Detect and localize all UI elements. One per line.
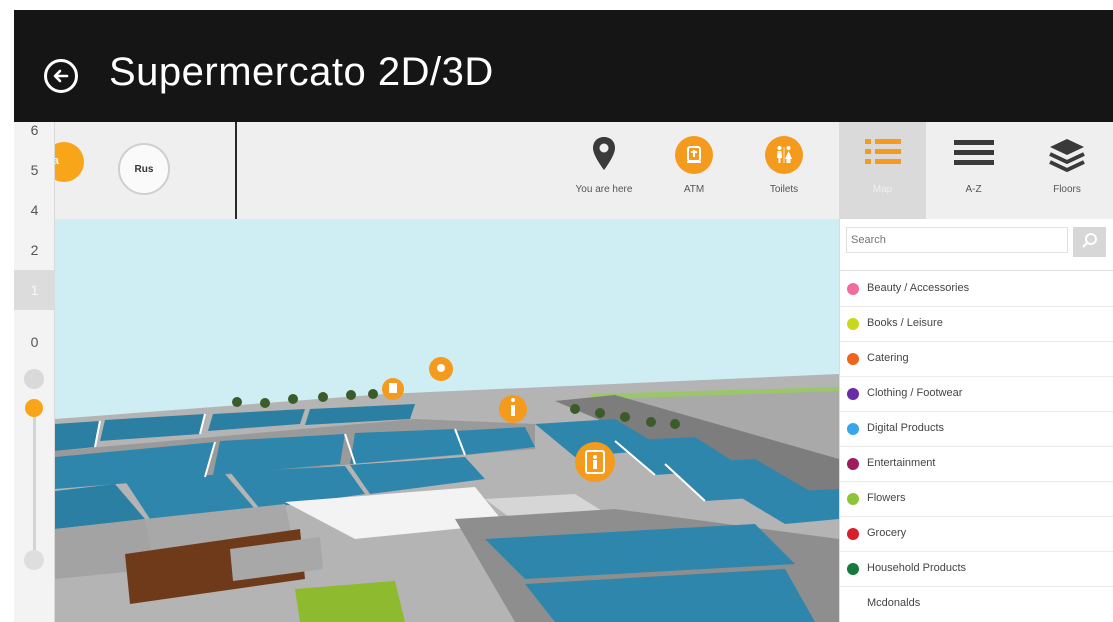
category-label: Beauty / Accessories bbox=[867, 282, 970, 294]
category-label: Digital Products bbox=[867, 422, 945, 434]
back-button[interactable] bbox=[44, 59, 78, 93]
tab-a-z-label: A-Z bbox=[965, 184, 982, 195]
tab-floors-label: Floors bbox=[1053, 184, 1081, 195]
toolbar-divider bbox=[235, 122, 237, 219]
map-marker-info[interactable] bbox=[499, 395, 527, 423]
category-clothing-footwear[interactable]: Clothing / Footwear bbox=[840, 377, 1113, 412]
search-icon bbox=[1081, 232, 1097, 248]
search-input[interactable] bbox=[846, 227, 1068, 253]
zoom-slider-handle[interactable] bbox=[25, 399, 43, 417]
store-mcdonalds[interactable]: Mcdonalds bbox=[840, 587, 1113, 622]
map-3d-view[interactable] bbox=[55, 219, 839, 622]
tab-map[interactable]: Map bbox=[839, 122, 926, 219]
app-window: Supermercato 2D/3D Ita Rus You are here bbox=[14, 10, 1113, 622]
floor-2-button[interactable]: 2 bbox=[14, 230, 55, 270]
zoom-in-button[interactable] bbox=[24, 369, 44, 389]
floor-0-button[interactable]: 0 bbox=[14, 322, 55, 362]
category-color-dot bbox=[847, 318, 859, 330]
atm-label: ATM bbox=[683, 184, 705, 195]
layers-icon bbox=[1047, 136, 1087, 181]
category-label: Books / Leisure bbox=[867, 317, 943, 329]
category-color-dot bbox=[847, 283, 859, 295]
store-label: Mcdonalds bbox=[867, 597, 921, 609]
toilets-icon bbox=[765, 136, 803, 174]
title-bar: Supermercato 2D/3D bbox=[14, 10, 1113, 122]
tab-a-z[interactable]: A-Z bbox=[926, 122, 1021, 219]
language-label: Rus bbox=[134, 163, 154, 175]
location-pin-icon bbox=[591, 136, 617, 177]
category-color-dot bbox=[847, 458, 859, 470]
map-marker-elevator[interactable] bbox=[575, 442, 615, 482]
category-beauty-accessories[interactable]: Beauty / Accessories bbox=[840, 272, 1113, 307]
language-button-rus[interactable]: Rus bbox=[118, 143, 170, 195]
map-marker-atm[interactable] bbox=[382, 378, 404, 400]
map-canvas[interactable] bbox=[55, 219, 839, 622]
tab-map-label: Map bbox=[872, 184, 893, 195]
toilets-label: Toilets bbox=[769, 184, 799, 195]
atm-icon bbox=[675, 136, 713, 174]
floor-selector: 6 5 4 2 1 0 bbox=[14, 122, 55, 622]
floor-6-button[interactable]: 6 bbox=[14, 110, 55, 150]
zoom-out-button[interactable] bbox=[24, 550, 44, 570]
category-color-dot bbox=[847, 423, 859, 435]
category-label: Catering bbox=[867, 352, 909, 364]
category-label: Clothing / Footwear bbox=[867, 387, 963, 399]
category-label: Flowers bbox=[867, 492, 906, 504]
category-flowers[interactable]: Flowers bbox=[840, 482, 1113, 517]
category-books-leisure[interactable]: Books / Leisure bbox=[840, 307, 1113, 342]
category-label: Entertainment bbox=[867, 457, 936, 469]
category-label: Grocery bbox=[867, 527, 907, 539]
category-color-dot bbox=[847, 563, 859, 575]
menu-icon bbox=[953, 136, 995, 173]
floor-1-button[interactable]: 1 bbox=[14, 270, 55, 310]
list-icon bbox=[863, 136, 903, 173]
back-arrow-icon bbox=[53, 69, 69, 83]
category-grocery[interactable]: Grocery bbox=[840, 517, 1113, 552]
search-bar bbox=[840, 219, 1113, 271]
floor-4-button[interactable]: 4 bbox=[14, 190, 55, 230]
category-panel: Beauty / Accessories Books / Leisure Cat… bbox=[839, 219, 1113, 622]
category-label: Household Products bbox=[867, 562, 967, 574]
tab-floors[interactable]: Floors bbox=[1021, 122, 1113, 219]
page-title: Supermercato 2D/3D bbox=[109, 50, 494, 94]
search-button[interactable] bbox=[1073, 227, 1106, 257]
you-are-here-button[interactable]: You are here bbox=[564, 122, 644, 219]
zoom-slider-track[interactable] bbox=[33, 402, 36, 552]
category-household-products[interactable]: Household Products bbox=[840, 552, 1113, 587]
category-catering[interactable]: Catering bbox=[840, 342, 1113, 377]
category-color-dot bbox=[847, 493, 859, 505]
floor-5-button[interactable]: 5 bbox=[14, 150, 55, 190]
category-color-dot bbox=[847, 353, 859, 365]
category-color-dot bbox=[847, 388, 859, 400]
toolbar: Ita Rus You are here ATM bbox=[14, 122, 1113, 219]
you-are-here-label: You are here bbox=[575, 184, 633, 195]
category-digital-products[interactable]: Digital Products bbox=[840, 412, 1113, 447]
category-color-dot bbox=[847, 528, 859, 540]
category-entertainment[interactable]: Entertainment bbox=[840, 447, 1113, 482]
map-marker-location[interactable] bbox=[429, 357, 453, 381]
toilets-button[interactable]: Toilets bbox=[754, 122, 814, 219]
atm-button[interactable]: ATM bbox=[664, 122, 724, 219]
